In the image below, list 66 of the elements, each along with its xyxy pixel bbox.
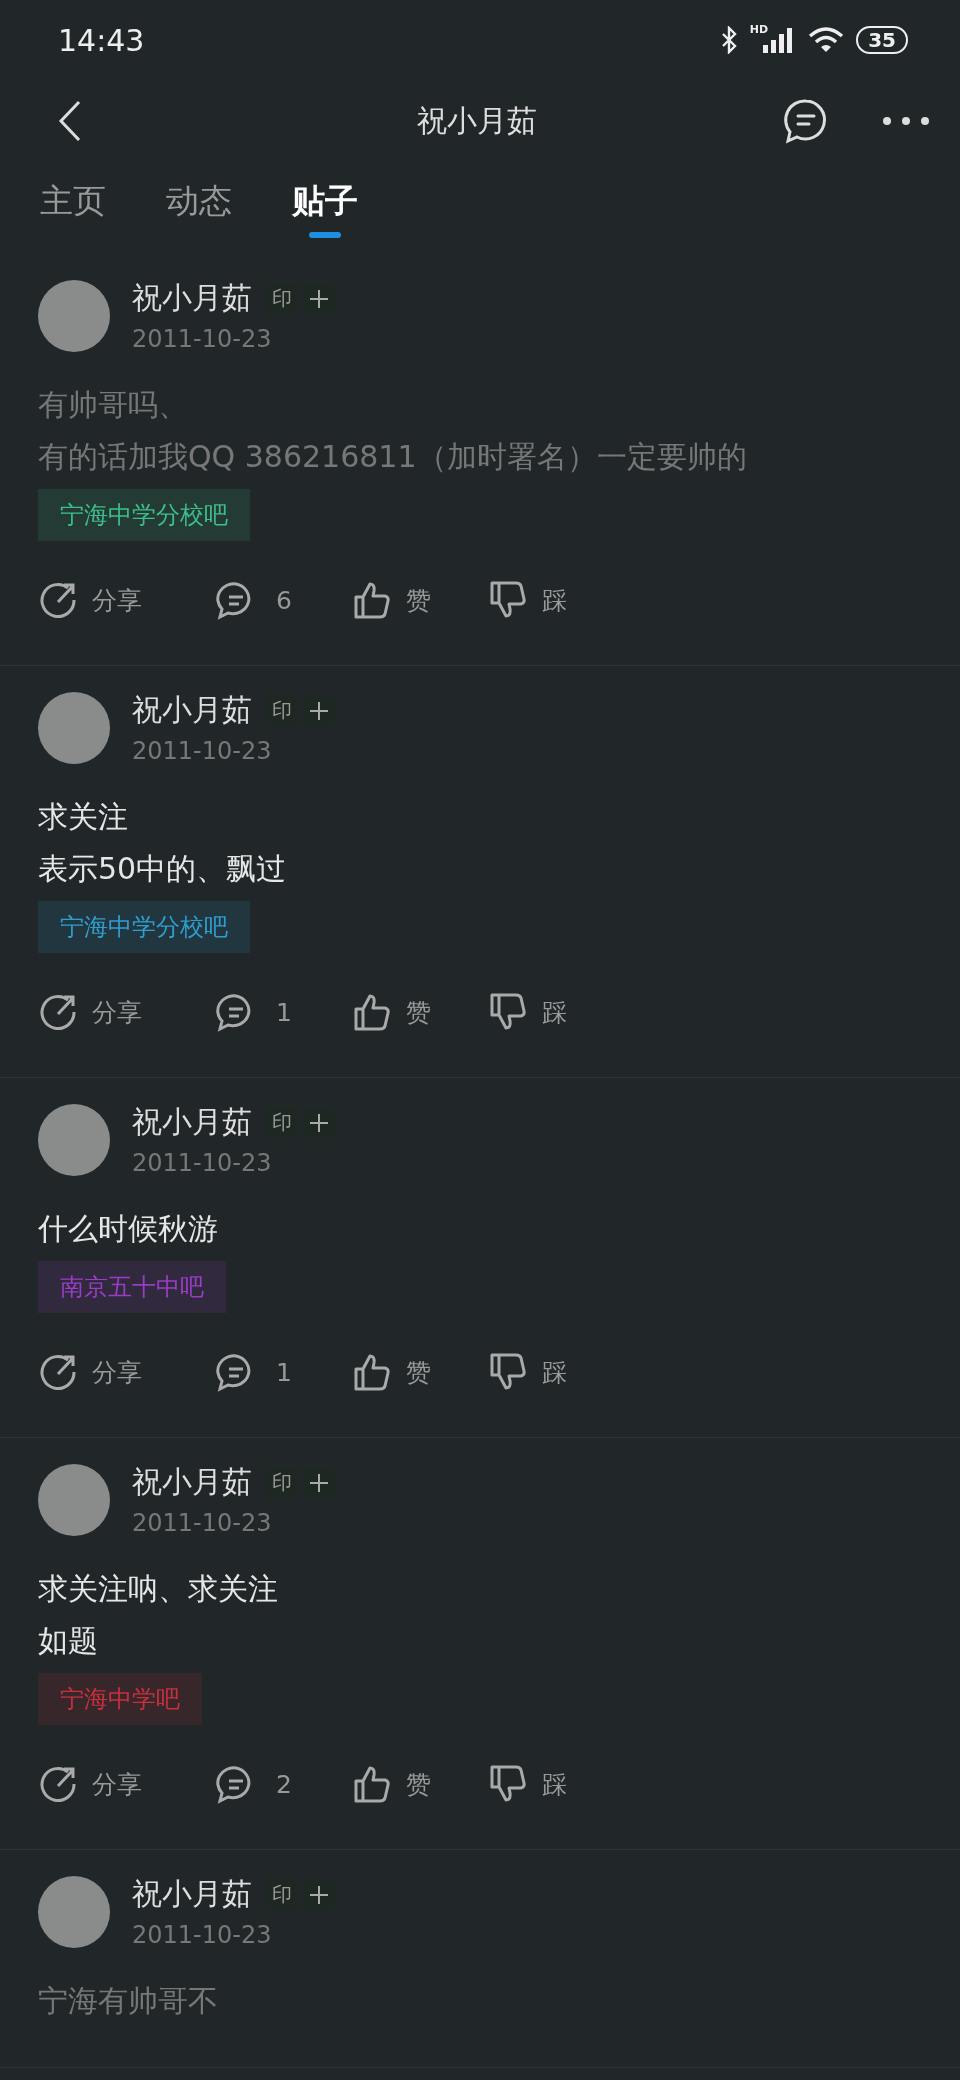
follow-plus-icon[interactable] (304, 283, 334, 314)
post-date: 2011-10-23 (132, 1921, 273, 1949)
user-badge: 印 (266, 1107, 298, 1138)
user-badge: 印 (266, 283, 298, 314)
like-label[interactable]: 赞 (406, 995, 431, 1029)
thumbs-up-icon[interactable] (352, 992, 392, 1032)
wifi-icon (808, 26, 845, 54)
battery-icon: 35 (856, 26, 908, 54)
bluetooth-icon (719, 26, 738, 54)
follow-plus-icon[interactable] (304, 695, 334, 726)
follow-plus-icon[interactable] (304, 1879, 334, 1910)
thumbs-up-icon[interactable] (352, 580, 392, 620)
thumbs-down-icon[interactable] (488, 1352, 528, 1392)
author-name[interactable]: 祝小月茹 (132, 1462, 252, 1503)
author-name[interactable]: 祝小月茹 (132, 278, 252, 319)
network-label: HD (749, 23, 769, 36)
comment-count[interactable]: 2 (276, 1769, 292, 1799)
thumbs-up-icon[interactable] (352, 1764, 392, 1804)
share-label[interactable]: 分享 (92, 995, 142, 1029)
like-label[interactable]: 赞 (406, 1355, 431, 1389)
share-icon[interactable] (38, 992, 78, 1032)
follow-plus-icon[interactable] (304, 1107, 334, 1138)
comment-count[interactable]: 1 (276, 997, 292, 1027)
post-text[interactable]: 求关注 表示50中的、飘过 (38, 791, 922, 895)
post-text[interactable]: 有帅哥吗、 有的话加我QQ 386216811（加时署名）一定要帅的 (38, 379, 922, 483)
page-title: 祝小月茹 (416, 101, 538, 140)
back-icon[interactable] (58, 100, 82, 142)
post-text[interactable]: 求关注呐、求关注 如题 (38, 1563, 922, 1667)
dislike-label[interactable]: 踩 (542, 995, 567, 1029)
thumbs-up-icon[interactable] (352, 1352, 392, 1392)
dislike-label[interactable]: 踩 (542, 583, 567, 617)
user-badge: 印 (266, 1879, 298, 1910)
like-label[interactable]: 赞 (406, 1767, 431, 1801)
thumbs-down-icon[interactable] (488, 580, 528, 620)
forum-tag[interactable]: 宁海中学分校吧 (38, 901, 250, 953)
user-badge: 印 (266, 1467, 298, 1498)
share-label[interactable]: 分享 (92, 583, 142, 617)
comment-count[interactable]: 6 (276, 585, 292, 615)
post-text[interactable]: 宁海有帅哥不 (38, 1975, 922, 2027)
comment-count[interactable]: 1 (276, 1357, 292, 1387)
status-time: 14:43 (58, 22, 145, 58)
post-date: 2011-10-23 (132, 1149, 273, 1177)
share-icon[interactable] (38, 1352, 78, 1392)
post-date: 2011-10-23 (132, 737, 273, 765)
author-name[interactable]: 祝小月茹 (132, 1102, 252, 1143)
thumbs-down-icon[interactable] (488, 1764, 528, 1804)
share-icon[interactable] (38, 1764, 78, 1804)
profile-tab[interactable]: 贴子 (292, 176, 358, 238)
profile-tab[interactable]: 主页 (40, 176, 106, 238)
share-icon[interactable] (38, 580, 78, 620)
more-icon[interactable] (882, 116, 930, 126)
author-name[interactable]: 祝小月茹 (132, 1874, 252, 1915)
like-label[interactable]: 赞 (406, 583, 431, 617)
dislike-label[interactable]: 踩 (542, 1355, 567, 1389)
dislike-label[interactable]: 踩 (542, 1767, 567, 1801)
thumbs-down-icon[interactable] (488, 992, 528, 1032)
follow-plus-icon[interactable] (304, 1467, 334, 1498)
user-badge: 印 (266, 695, 298, 726)
profile-tab[interactable]: 动态 (166, 176, 232, 238)
post-text[interactable]: 什么时候秋游 (38, 1203, 922, 1255)
post-date: 2011-10-23 (132, 1509, 273, 1537)
share-label[interactable]: 分享 (92, 1767, 142, 1801)
share-label[interactable]: 分享 (92, 1355, 142, 1389)
forum-tag[interactable]: 宁海中学分校吧 (38, 489, 250, 541)
author-name[interactable]: 祝小月茹 (132, 690, 252, 731)
post-date: 2011-10-23 (132, 325, 273, 353)
